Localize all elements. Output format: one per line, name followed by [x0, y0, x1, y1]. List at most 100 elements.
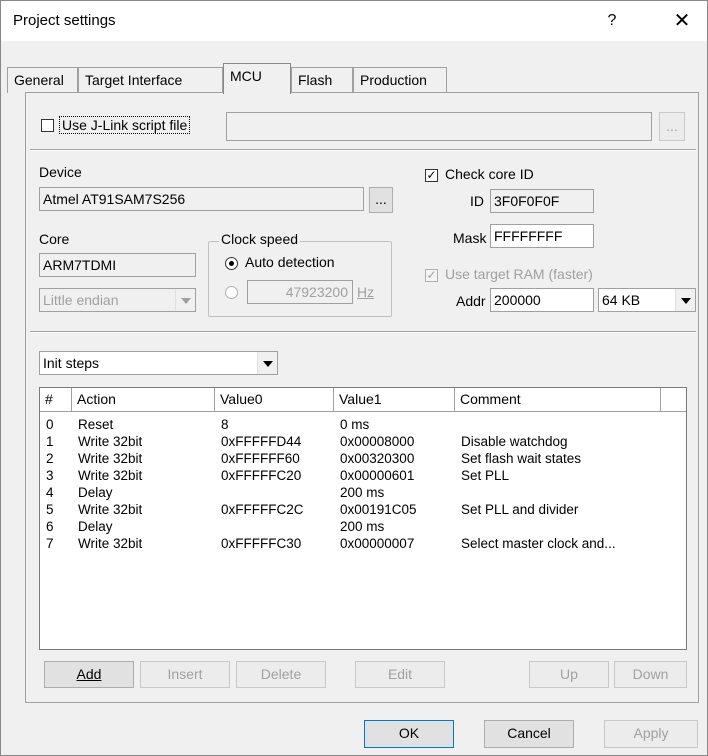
- cell-action: Write 32bit: [78, 468, 143, 483]
- cell-value0: 0xFFFFFC20: [221, 468, 302, 483]
- endian-select: Little endian: [39, 288, 196, 312]
- use-target-ram-checkbox[interactable]: ✓: [425, 269, 438, 282]
- table-row[interactable]: 5 Write 32bit 0xFFFFFC2C 0x00191C05 Set PLL …: [40, 501, 686, 518]
- ram-size-select[interactable]: 64 KB: [598, 288, 696, 312]
- table-row[interactable]: 4 Delay 200 ms: [40, 484, 686, 501]
- table-row[interactable]: 1 Write 32bit 0xFFFFFD44 0x00008000 Disable …: [40, 433, 686, 450]
- checkmark-icon: ✓: [426, 168, 437, 182]
- tab-general[interactable]: General: [7, 67, 78, 93]
- ram-size-value: 64 KB: [602, 292, 641, 308]
- cell-num: 7: [46, 536, 54, 551]
- cell-action: Reset: [78, 417, 114, 432]
- table-row[interactable]: 7 Write 32bit 0xFFFFFC30 0x00000007 Select m…: [40, 535, 686, 552]
- addr-field[interactable]: 200000: [490, 288, 594, 312]
- manual-clock-radio[interactable]: [225, 286, 238, 299]
- chevron-down-icon: [175, 289, 195, 311]
- column-header-comment[interactable]: Comment: [455, 388, 661, 412]
- help-button[interactable]: ?: [597, 9, 627, 33]
- column-header-value0[interactable]: Value0: [215, 388, 334, 412]
- cell-num: 3: [46, 468, 54, 483]
- checkmark-icon: ✓: [426, 268, 437, 282]
- clock-speed-field: 47923200: [247, 280, 353, 304]
- chevron-down-icon: [257, 352, 277, 374]
- column-header-action[interactable]: Action: [72, 388, 215, 412]
- cell-comment: Set PLL: [461, 468, 510, 483]
- cell-comment: Set flash wait states: [461, 451, 582, 466]
- cell-value0: 0xFFFFFF60: [221, 451, 300, 466]
- add-step-button[interactable]: Add: [44, 661, 134, 688]
- edit-step-label: Edit: [387, 666, 413, 682]
- steps-select[interactable]: Init steps: [39, 351, 278, 375]
- cell-action: Write 32bit: [78, 434, 143, 449]
- cell-num: 5: [46, 502, 54, 517]
- cell-num: 2: [46, 451, 54, 466]
- steps-table-header: # Action Value0 Value1 Comment: [40, 388, 686, 412]
- auto-detection-radio[interactable]: [225, 257, 238, 270]
- clock-speed-title: Clock speed: [219, 231, 301, 247]
- cell-value0: 0xFFFFFC2C: [221, 502, 304, 517]
- table-row[interactable]: 2 Write 32bit 0xFFFFFF60 0x00320300 Set flas…: [40, 450, 686, 467]
- core-id-field: 3F0F0F0F: [490, 189, 594, 213]
- project-settings-dialog: Project settings ? ✕ General Target Inte…: [0, 0, 708, 756]
- use-target-ram-label: Use target RAM (faster): [445, 266, 593, 282]
- close-button[interactable]: ✕: [667, 9, 697, 33]
- check-core-id-checkbox[interactable]: ✓: [425, 169, 438, 182]
- device-browse-button[interactable]: ...: [369, 187, 393, 213]
- tab-production[interactable]: Production: [353, 67, 447, 93]
- tab-target-interface[interactable]: Target Interface: [78, 67, 223, 93]
- cell-action: Delay: [78, 519, 113, 534]
- window-title: Project settings: [13, 12, 116, 29]
- insert-step-button: Insert: [140, 661, 230, 688]
- ok-button[interactable]: OK: [364, 720, 454, 748]
- endian-value: Little endian: [43, 292, 119, 308]
- tab-mcu[interactable]: MCU: [223, 63, 291, 94]
- add-step-label: Add: [76, 666, 102, 682]
- cell-num: 1: [46, 434, 54, 449]
- cancel-button[interactable]: Cancel: [484, 720, 574, 748]
- apply-button: Apply: [604, 720, 698, 748]
- cell-action: Write 32bit: [78, 502, 143, 517]
- move-down-label: Down: [632, 666, 669, 682]
- cell-action: Write 32bit: [78, 536, 143, 551]
- table-row[interactable]: 3 Write 32bit 0xFFFFFC20 0x00000601 Set PLL: [40, 467, 686, 484]
- chevron-down-icon: [675, 289, 695, 311]
- column-header-value1[interactable]: Value1: [334, 388, 455, 412]
- cell-value1: 0x00191C05: [340, 502, 417, 517]
- cell-value1: 0x00008000: [340, 434, 415, 449]
- tab-flash[interactable]: Flash: [291, 67, 353, 93]
- jlink-script-label: Use J-Link script file: [59, 116, 191, 134]
- core-field: ARM7TDMI: [39, 253, 196, 277]
- hz-unit-label: Hz: [357, 284, 375, 300]
- edit-step-button: Edit: [355, 661, 445, 688]
- column-header-num[interactable]: #: [40, 388, 72, 412]
- cell-comment: Set PLL and divider: [461, 502, 579, 517]
- cell-num: 4: [46, 485, 54, 500]
- mask-field[interactable]: FFFFFFFF: [490, 224, 594, 248]
- delete-step-button: Delete: [236, 661, 326, 688]
- move-down-button: Down: [614, 661, 687, 688]
- clock-speed-group: [208, 241, 392, 317]
- move-up-button: Up: [529, 661, 609, 688]
- core-label: Core: [39, 231, 70, 247]
- core-id-label: ID: [470, 193, 484, 209]
- jlink-script-checkbox[interactable]: [41, 119, 54, 132]
- insert-step-label: Insert: [167, 666, 203, 682]
- cell-value1: 200 ms: [340, 485, 385, 500]
- check-core-id-label: Check core ID: [445, 166, 534, 182]
- auto-detection-label: Auto detection: [245, 254, 335, 270]
- cell-value1: 0x00320300: [340, 451, 415, 466]
- cell-num: 6: [46, 519, 54, 534]
- cell-value0: 0xFFFFFC30: [221, 536, 302, 551]
- steps-select-value: Init steps: [43, 355, 100, 371]
- cell-value1: 200 ms: [340, 519, 385, 534]
- cell-value1: 0 ms: [340, 417, 370, 432]
- move-up-label: Up: [560, 666, 578, 682]
- device-field: Atmel AT91SAM7S256: [39, 187, 364, 211]
- addr-label: Addr: [456, 293, 486, 309]
- cell-comment: Select master clock and...: [461, 536, 616, 551]
- cell-action: Delay: [78, 485, 113, 500]
- table-row[interactable]: 6 Delay 200 ms: [40, 518, 686, 535]
- cell-value1: 0x00000007: [340, 536, 415, 551]
- table-row[interactable]: 0 Reset 8 0 ms: [40, 416, 686, 433]
- column-header-spacer: [661, 388, 686, 412]
